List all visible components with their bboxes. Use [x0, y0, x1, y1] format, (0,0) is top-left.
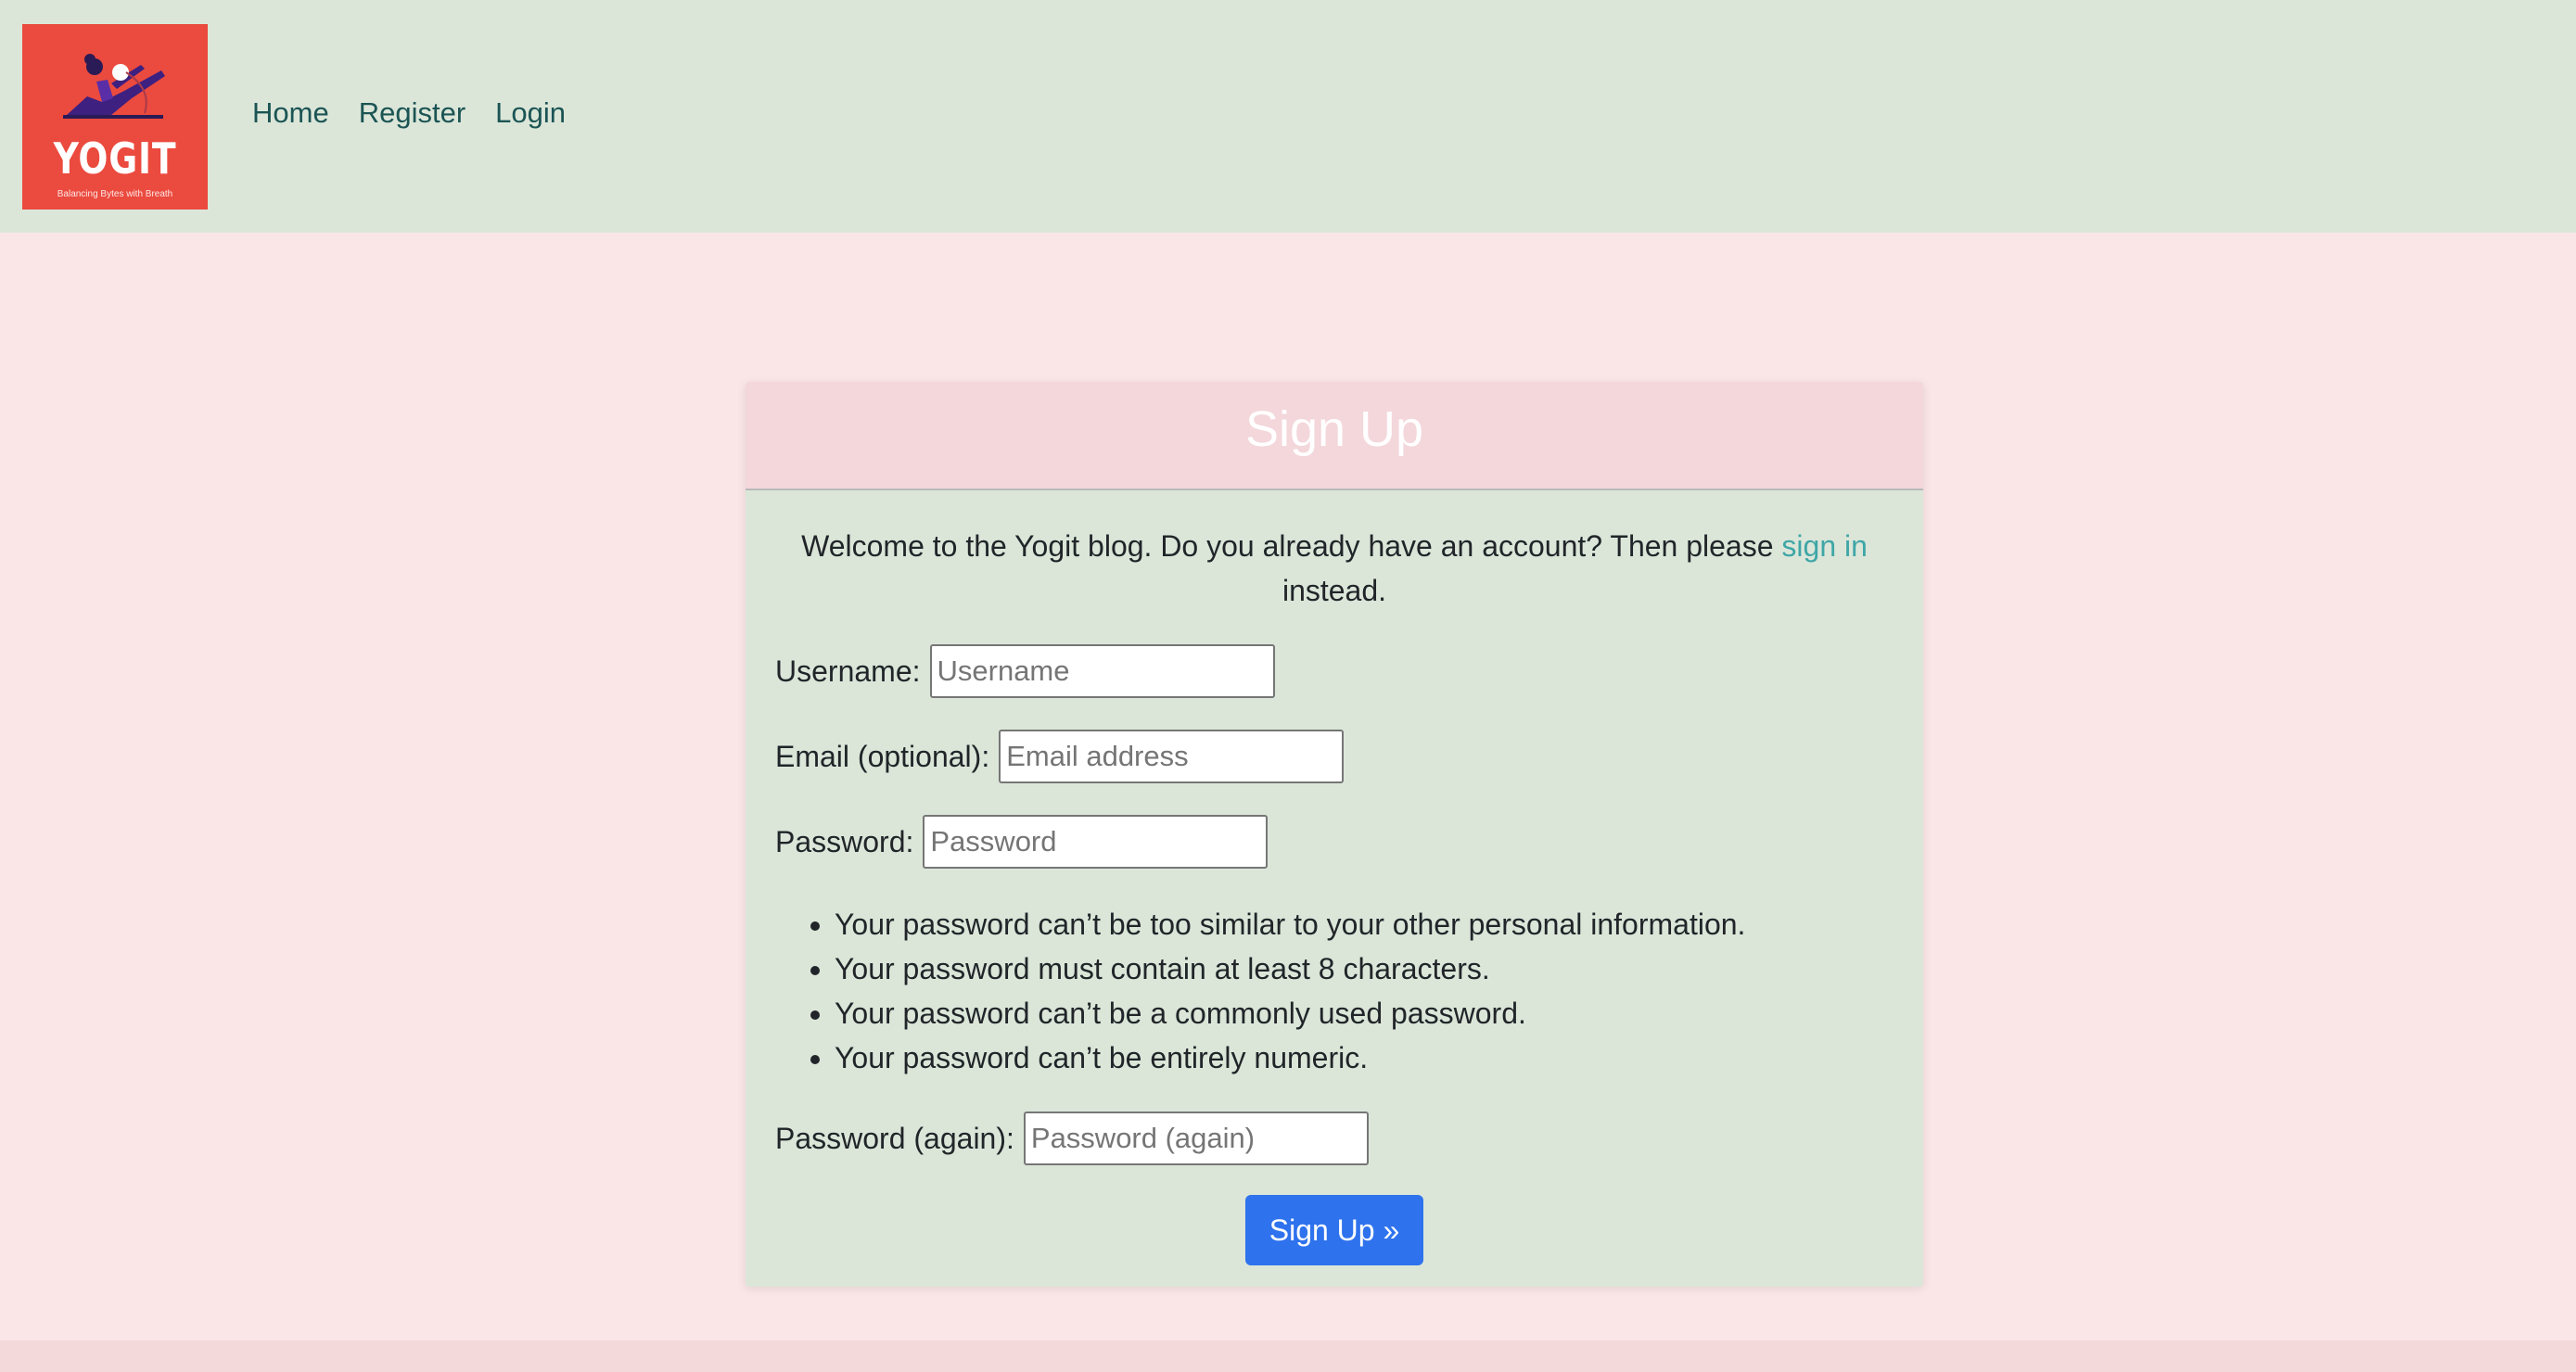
- password-rule: Your password must contain at least 8 ch…: [835, 946, 1894, 991]
- password-input[interactable]: [923, 815, 1269, 869]
- nav-link-login[interactable]: Login: [495, 96, 566, 130]
- username-input[interactable]: [929, 644, 1275, 698]
- email-input[interactable]: [999, 730, 1345, 783]
- sign-up-button[interactable]: Sign Up »: [1244, 1195, 1424, 1265]
- submit-wrap: Sign Up »: [775, 1195, 1894, 1265]
- signup-card: Sign Up Welcome to the Yogit blog. Do yo…: [746, 382, 1923, 1287]
- sign-in-link[interactable]: sign in: [1781, 529, 1868, 563]
- username-row: Username:: [775, 644, 1894, 698]
- intro-text-start: Welcome to the Yogit blog. Do you alread…: [801, 529, 1782, 563]
- nav-links: Home Register Login: [252, 96, 566, 130]
- password-again-input[interactable]: [1023, 1112, 1369, 1165]
- password-again-label: Password (again):: [775, 1121, 1014, 1155]
- signup-card-header: Sign Up: [746, 382, 1923, 490]
- username-label: Username:: [775, 654, 921, 688]
- password-label: Password:: [775, 824, 914, 858]
- signup-card-body: Welcome to the Yogit blog. Do you alread…: [746, 524, 1923, 1265]
- page-title: Sign Up: [1244, 401, 1424, 457]
- nav-link-home[interactable]: Home: [252, 96, 329, 130]
- password-row: Password:: [775, 815, 1894, 869]
- footer: [0, 1340, 2576, 1372]
- navbar: YOGIT Balancing Bytes with Breath Home R…: [0, 0, 2576, 233]
- email-row: Email (optional):: [775, 730, 1894, 783]
- password-rules-list: Your password can’t be too similar to yo…: [775, 902, 1894, 1080]
- email-label: Email (optional):: [775, 739, 990, 773]
- nav-link-register[interactable]: Register: [359, 96, 465, 130]
- password-again-row: Password (again):: [775, 1112, 1894, 1165]
- yogit-logo[interactable]: YOGIT Balancing Bytes with Breath: [22, 24, 208, 210]
- password-rule: Your password can’t be a commonly used p…: [835, 991, 1894, 1035]
- intro-text-end: instead.: [1282, 574, 1387, 607]
- signup-form: Username: Email (optional): Password: Yo…: [775, 644, 1894, 1265]
- intro-text: Welcome to the Yogit blog. Do you alread…: [775, 524, 1894, 613]
- logo-wordmark: YOGIT: [53, 133, 177, 184]
- password-rule: Your password can’t be entirely numeric.: [835, 1035, 1894, 1080]
- password-rule: Your password can’t be too similar to yo…: [835, 902, 1894, 946]
- logo-tagline: Balancing Bytes with Breath: [57, 189, 173, 199]
